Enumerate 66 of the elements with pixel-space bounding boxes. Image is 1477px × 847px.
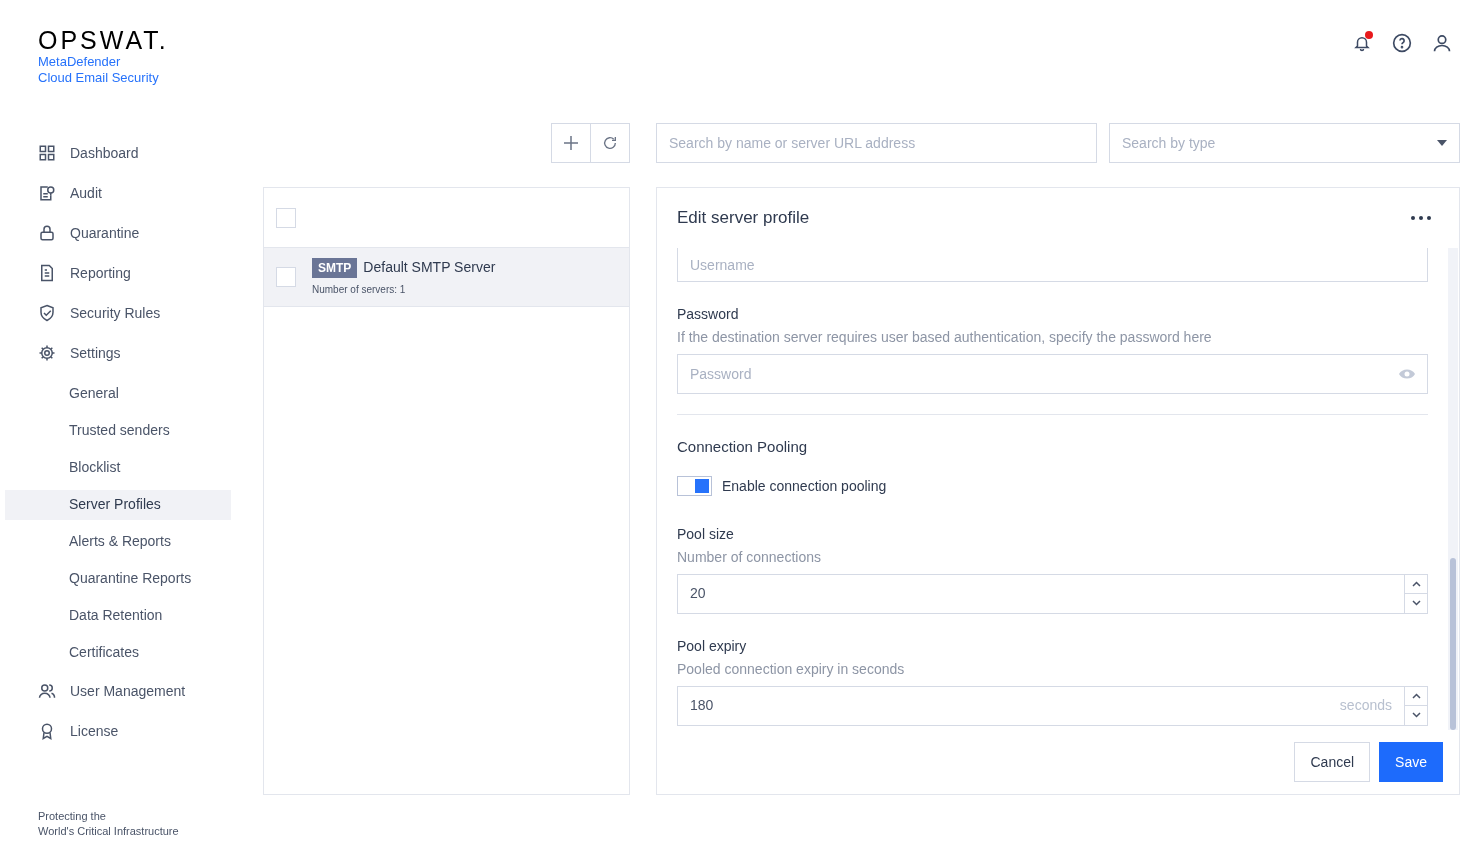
grid-icon (38, 144, 56, 162)
type-tag: SMTP (312, 257, 358, 278)
search-field[interactable]: Search by name or server URL address (656, 123, 1097, 163)
sidebar-item[interactable]: License (5, 711, 231, 751)
chevron-down-icon (1411, 712, 1421, 719)
sidebar-subitem[interactable]: General (5, 378, 231, 409)
pool-expiry-field[interactable]: 180 seconds (677, 685, 1428, 726)
field-description: Pooled connection expiry in seconds (677, 659, 905, 679)
document-search-icon (38, 184, 56, 202)
product-name: MetaDefender (38, 54, 121, 70)
product-subtitle: Cloud Email Security (38, 70, 159, 86)
chevron-up-icon (1411, 692, 1421, 699)
field-label: Pool expiry (677, 636, 747, 656)
sidebar-item[interactable]: Dashboard (5, 133, 231, 173)
scrollbar[interactable] (1448, 248, 1458, 730)
eye-icon[interactable] (1399, 368, 1415, 380)
chevron-down-icon (1411, 600, 1421, 607)
footer-text: World's Critical Infrastructure (38, 824, 179, 839)
refresh-icon (602, 135, 618, 151)
sidebar-item[interactable]: Security Rules (5, 293, 231, 333)
lock-icon (38, 224, 56, 242)
field-description: If the destination server requires user based authentication, specify the password here (677, 328, 1212, 347)
section-heading: Connection Pooling (677, 437, 808, 457)
select-all-checkbox[interactable] (276, 207, 296, 228)
username-field[interactable]: Username (677, 248, 1428, 282)
more-options-icon[interactable] (1411, 216, 1431, 220)
chevron-up-icon (1411, 580, 1421, 587)
sidebar-item[interactable]: Quarantine (5, 213, 231, 253)
help-icon[interactable] (1392, 33, 1412, 53)
sidebar-item[interactable]: User Management (5, 671, 231, 711)
field-label: Pool size (677, 524, 734, 544)
user-icon[interactable] (1432, 33, 1452, 53)
row-checkbox[interactable] (276, 267, 296, 287)
panel-title: Edit server profile (677, 207, 810, 230)
sidebar-item[interactable]: Audit (5, 173, 231, 213)
save-button[interactable]: Save (1379, 742, 1443, 782)
sidebar-item[interactable]: Settings (5, 333, 231, 373)
caret-icon (1437, 140, 1447, 146)
unit-label: seconds (1339, 696, 1393, 715)
sidebar-subitem[interactable]: Server Profiles (5, 489, 231, 520)
sidebar-subitem[interactable]: Trusted senders (5, 415, 231, 446)
server-list-row[interactable]: SMTP Default SMTP Server Number of servers: 1 (264, 248, 629, 307)
users-icon (38, 682, 56, 700)
server-count: Number of servers: 1 (312, 283, 407, 297)
sidebar-item[interactable]: Reporting (5, 253, 231, 293)
footer-text: Protecting the (38, 809, 106, 824)
plus-icon (563, 135, 579, 151)
sidebar-subitem[interactable]: Data Retention (5, 600, 231, 631)
cancel-button[interactable]: Cancel (1294, 742, 1371, 782)
pool-size-field[interactable]: 20 (677, 573, 1428, 614)
sidebar-subitem[interactable]: Blocklist (5, 452, 231, 483)
document-icon (38, 264, 56, 282)
brand-logo: OPSWAT. (38, 26, 169, 54)
shield-check-icon (38, 304, 56, 322)
server-name: Default SMTP Server (363, 258, 496, 277)
field-label: Password (677, 305, 739, 324)
field-description: Number of connections (677, 547, 821, 567)
toggle-label: Enable connection pooling (722, 476, 887, 496)
sidebar-subitem[interactable]: Quarantine Reports (5, 563, 231, 594)
notification-bell-icon[interactable] (1352, 33, 1372, 53)
dropdown-placeholder: Search by type (1122, 133, 1216, 153)
toggle-switch[interactable] (677, 476, 712, 496)
sidebar-subitem[interactable]: Alerts & Reports (5, 526, 231, 557)
sidebar-subitem[interactable]: Certificates (5, 637, 231, 668)
settings-icon (38, 344, 56, 362)
password-field[interactable]: Password (677, 354, 1428, 394)
